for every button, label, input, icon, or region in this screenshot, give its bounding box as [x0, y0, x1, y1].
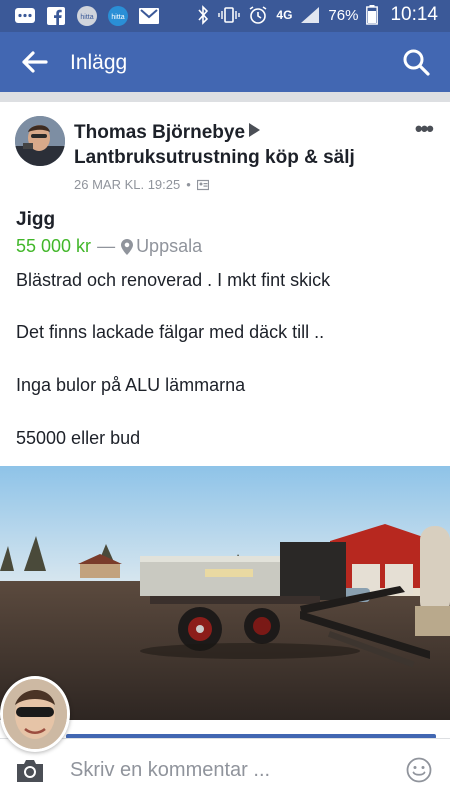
location-name: Uppsala	[136, 236, 203, 256]
network-type: 4G	[276, 8, 293, 22]
shared-to-arrow-icon	[249, 123, 261, 137]
chat-head-avatar[interactable]	[0, 676, 70, 752]
listing-location: Uppsala	[121, 236, 202, 257]
audience-icon	[196, 179, 209, 190]
post-text-line: Blästrad och renoverad . I mkt fint skic…	[16, 270, 331, 290]
listing-title: Jigg	[16, 209, 56, 230]
post-photo[interactable]	[0, 466, 450, 720]
post-text-line: Det finns lackade fälgar med däck till .…	[16, 322, 325, 342]
alarm-icon	[249, 6, 267, 24]
meta-separator: •	[186, 177, 191, 192]
author-avatar[interactable]	[15, 116, 65, 166]
post-timestamp[interactable]: 26 MAR KL. 19:25	[74, 177, 180, 192]
messenger-icon	[15, 8, 35, 23]
post-text-line: Inga bulor på ALU lämmarna	[16, 375, 246, 395]
avatar-photo	[15, 116, 65, 166]
gmail-icon	[139, 8, 159, 24]
svg-text:hitta: hitta	[80, 14, 93, 21]
location-pin-icon	[121, 238, 134, 255]
clock: 10:14	[390, 4, 438, 25]
listing-price-line: 55 000 kr — Uppsala	[16, 236, 202, 257]
price-separator: —	[97, 236, 116, 256]
post-header: Thomas Björnebye Lantbruksutrustning köp …	[74, 120, 414, 170]
feed-divider	[0, 92, 450, 102]
comment-bar: Skriv en kommentar ...	[0, 738, 450, 800]
facebook-icon	[47, 7, 65, 25]
svg-text:hitta: hitta	[111, 14, 124, 21]
post-text-line: 55000 eller bud	[16, 428, 141, 448]
more-options-icon[interactable]: •••	[415, 116, 434, 142]
group-name[interactable]: Lantbruksutrustning köp & sälj	[74, 147, 355, 168]
app-badge-icon: hitta	[77, 6, 97, 26]
listing-price: 55 000 kr	[16, 236, 92, 256]
post-meta: 26 MAR KL. 19:25 •	[74, 177, 209, 192]
hitta-app-icon: hitta	[108, 6, 128, 26]
post: Thomas Björnebye Lantbruksutrustning köp …	[0, 102, 450, 466]
emoji-icon[interactable]	[406, 757, 432, 783]
system-icons: 4G 76% 10:14	[196, 4, 438, 26]
status-bar: hitta hitta 4G 76% 10:14	[0, 0, 450, 32]
signal-icon	[301, 7, 320, 23]
camera-icon[interactable]	[14, 758, 46, 784]
chat-head-photo	[3, 679, 67, 749]
trailer-photo	[0, 466, 450, 720]
comment-input[interactable]: Skriv en kommentar ...	[70, 759, 370, 782]
battery-level: 76%	[328, 6, 359, 24]
bluetooth-icon	[198, 5, 209, 25]
battery-icon	[366, 5, 379, 25]
back-arrow-icon[interactable]	[20, 50, 48, 74]
vibrate-icon	[218, 7, 241, 23]
author-name[interactable]: Thomas Björnebye	[74, 122, 245, 143]
search-icon[interactable]	[402, 48, 430, 76]
page-title: Inlägg	[70, 51, 128, 74]
notification-icons: hitta hitta	[14, 5, 160, 27]
app-bar: Inlägg	[0, 32, 450, 92]
